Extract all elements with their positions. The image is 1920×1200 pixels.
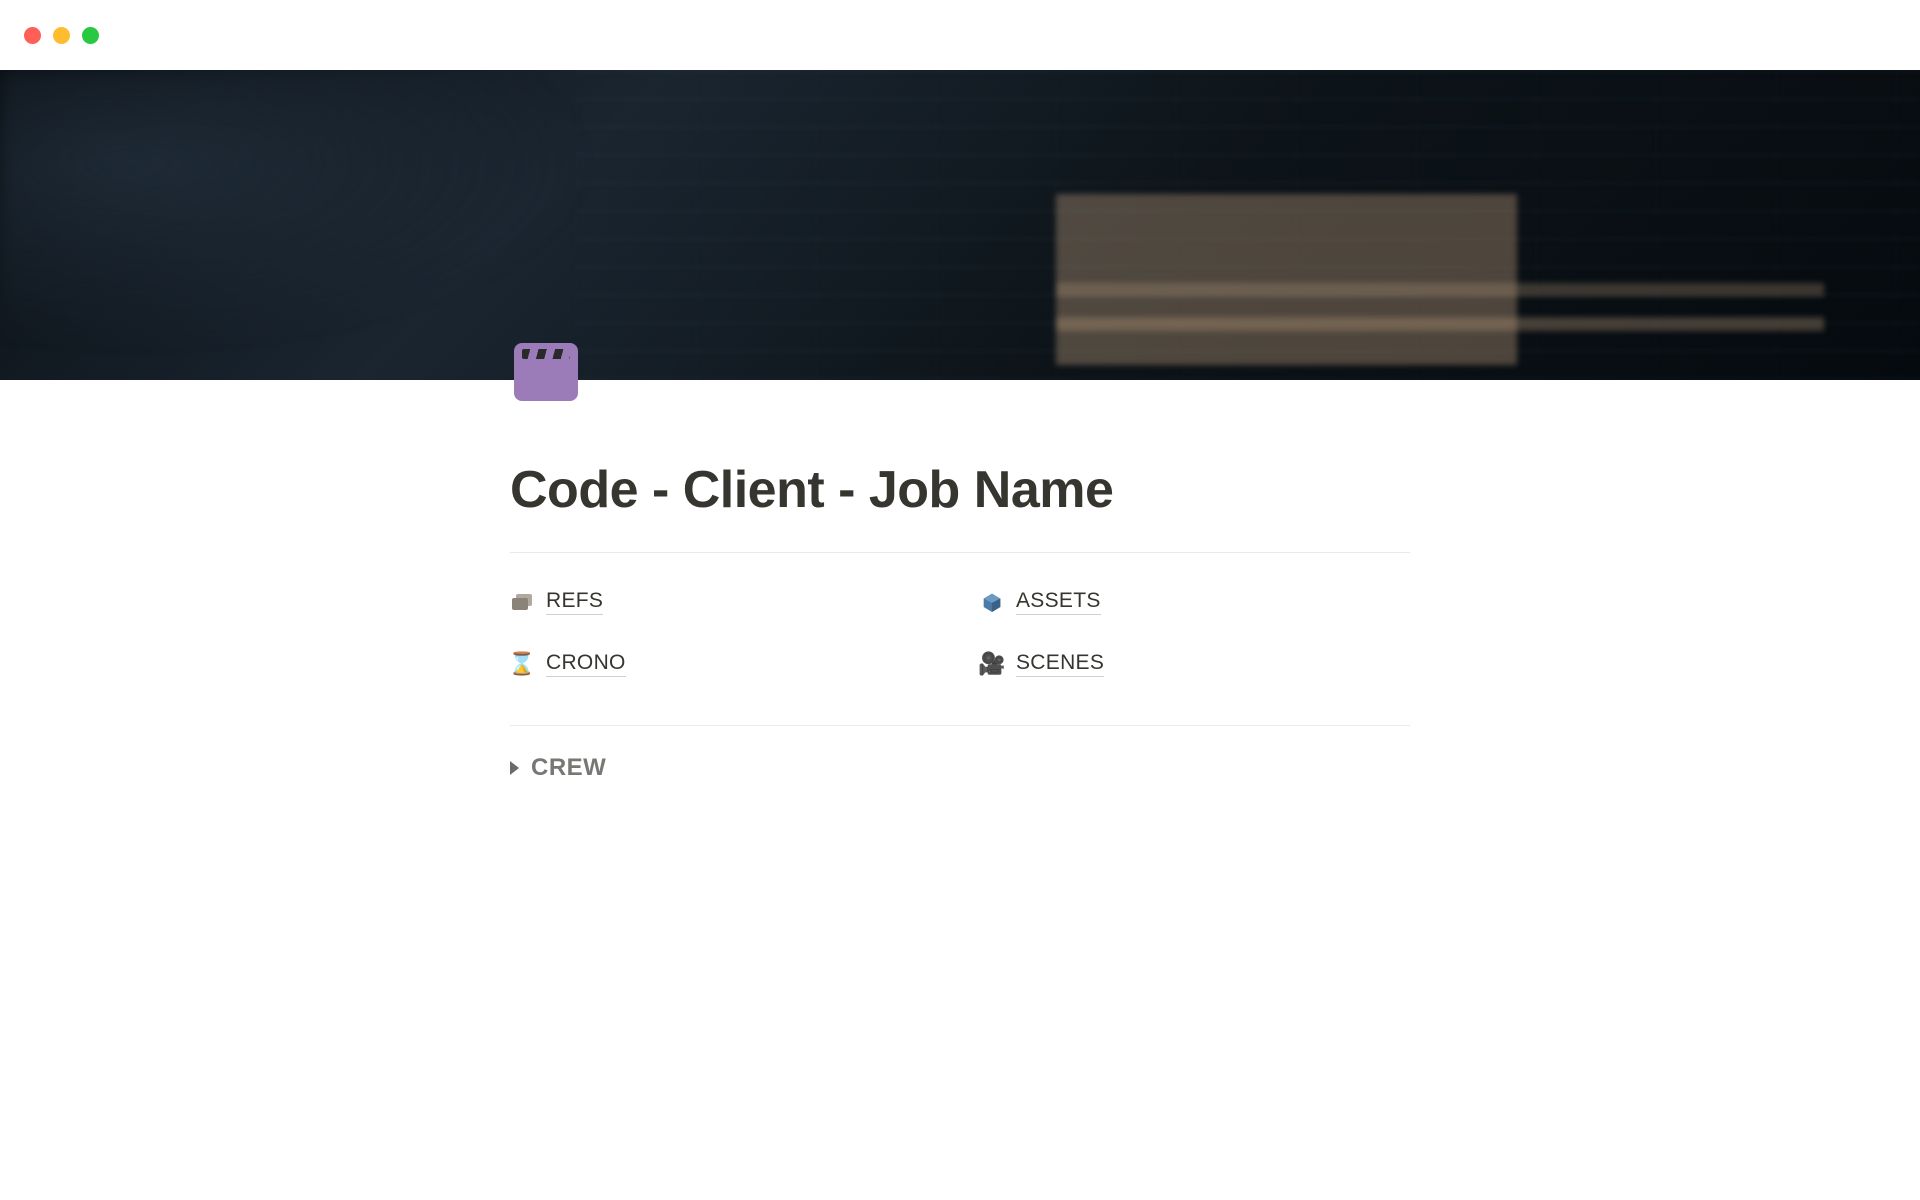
link-assets[interactable]: ASSETS bbox=[980, 589, 1410, 615]
divider bbox=[510, 725, 1410, 726]
link-label: SCENES bbox=[1016, 651, 1104, 677]
window-zoom-button[interactable] bbox=[82, 27, 99, 44]
hourglass-icon: ⌛ bbox=[510, 652, 534, 676]
toggle-crew[interactable]: CREW bbox=[510, 754, 1410, 782]
link-label: REFS bbox=[546, 589, 603, 615]
caret-right-icon bbox=[510, 761, 519, 775]
window-minimize-button[interactable] bbox=[53, 27, 70, 44]
cover-image[interactable] bbox=[0, 70, 1920, 380]
link-grid: REFS ASSETS ⌛ CRONO 🎥 SCENES bbox=[510, 589, 1410, 677]
cube-icon bbox=[980, 590, 1004, 614]
link-scenes[interactable]: 🎥 SCENES bbox=[980, 651, 1410, 677]
movie-camera-icon: 🎥 bbox=[980, 652, 1004, 676]
page-title[interactable]: Code - Client - Job Name bbox=[510, 460, 1410, 520]
clapperboard-icon bbox=[514, 343, 578, 401]
link-refs[interactable]: REFS bbox=[510, 589, 940, 615]
window-close-button[interactable] bbox=[24, 27, 41, 44]
page-content: Code - Client - Job Name REFS ASSETS ⌛ C… bbox=[510, 380, 1410, 782]
window-titlebar bbox=[0, 0, 1920, 70]
link-label: ASSETS bbox=[1016, 589, 1101, 615]
toggle-label: CREW bbox=[531, 754, 606, 782]
link-crono[interactable]: ⌛ CRONO bbox=[510, 651, 940, 677]
cards-icon bbox=[510, 590, 534, 614]
divider bbox=[510, 552, 1410, 553]
page-icon[interactable] bbox=[510, 336, 582, 408]
link-label: CRONO bbox=[546, 651, 626, 677]
